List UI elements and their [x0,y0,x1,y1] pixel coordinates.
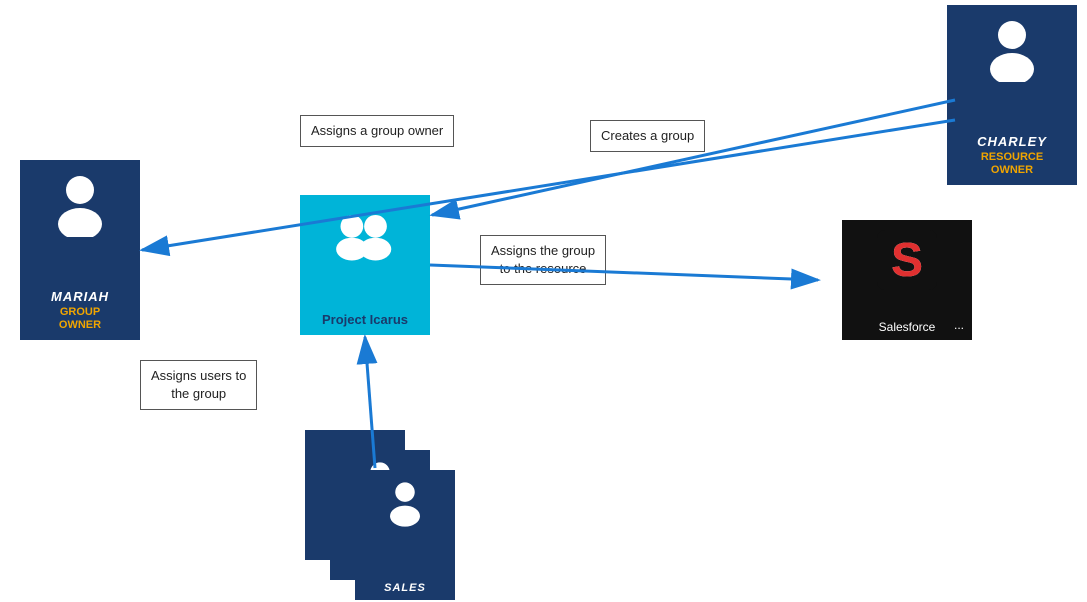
assigns-resource-label: Assigns the groupto the resource [480,235,606,285]
mariah-person-icon [50,172,110,237]
mariah-card: MARIAH GROUPOWNER [20,160,140,340]
mariah-name: MARIAH [51,289,109,304]
charley-person-icon [982,17,1042,82]
salesforce-card: S S Salesforce ... [842,220,972,340]
sales-person-icon [383,478,428,528]
svg-text:S: S [891,234,923,287]
project-icarus-card: Project Icarus [300,195,430,335]
creates-group-arrow [432,100,955,215]
charley-name: CHARLEY [977,134,1047,149]
creates-group-label: Creates a group [590,120,705,152]
mariah-role: GROUPOWNER [59,306,101,332]
salesforce-label: Salesforce [879,320,936,334]
group-icon [330,203,400,268]
sales-card: SALES [355,470,455,600]
sales-name: SALES [384,582,426,594]
assigns-owner-label: Assigns a group owner [300,115,454,147]
charley-role: RESOURCEOWNER [981,151,1043,177]
charley-card: CHARLEY RESOURCEOWNER [947,5,1077,185]
assigns-users-label: Assigns users tothe group [140,360,257,410]
project-icarus-label: Project Icarus [322,312,408,327]
salesforce-dots: ... [954,318,964,332]
salesforce-logo-icon: S S [877,230,937,290]
assigns-owner-arrow [142,120,955,250]
